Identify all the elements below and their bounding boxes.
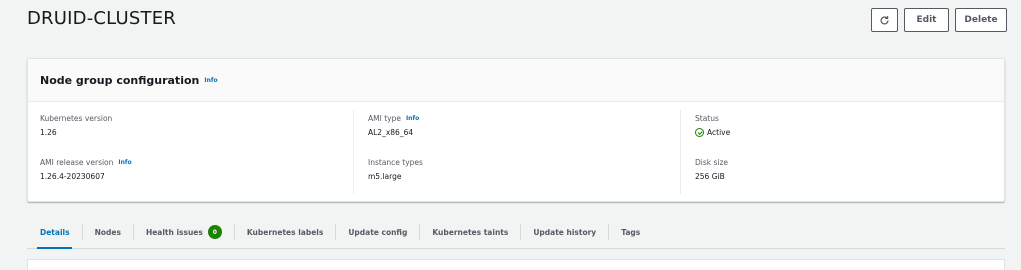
ami-release-version-field: AMI release version Info 1.26.4-20230607 [40, 158, 132, 181]
ami-type-label-text: AMI type [368, 114, 401, 123]
page-title: DRUID-CLUSTER [27, 8, 176, 29]
config-column-1: Kubernetes version 1.26 AMI release vers… [40, 102, 350, 202]
header-actions: Edit Delete [871, 8, 1007, 32]
refresh-icon [880, 15, 889, 25]
ami-release-version-label-text: AMI release version [40, 158, 114, 167]
ami-release-info-link[interactable]: Info [118, 159, 131, 166]
config-column-3: Status Active Disk size 256 GiB [680, 110, 990, 194]
config-column-2: AMI type Info AL2_x86_64 Instance types … [353, 110, 663, 194]
disk-size-value: 256 GiB [695, 172, 725, 181]
tab-tags[interactable]: Tags [608, 224, 652, 240]
node-group-configuration-card: Node group configuration Info Kubernetes… [27, 58, 1005, 202]
tab-update-config[interactable]: Update config [335, 224, 419, 240]
tab-content-panel [27, 259, 1005, 270]
ami-type-label: AMI type Info [368, 114, 419, 123]
delete-button[interactable]: Delete [955, 8, 1007, 32]
disk-size-label: Disk size [695, 158, 729, 167]
status-value: Active [695, 128, 730, 137]
refresh-button[interactable] [871, 8, 898, 32]
instance-types-value: m5.large [368, 172, 402, 181]
health-issues-count-badge: 0 [207, 225, 222, 239]
tab-update-history[interactable]: Update history [520, 224, 608, 240]
ami-type-field: AMI type Info AL2_x86_64 [368, 114, 419, 137]
ami-type-value: AL2_x86_64 [368, 128, 414, 137]
instance-types-field: Instance types m5.large [368, 158, 423, 181]
tab-details[interactable]: Details [27, 224, 82, 249]
tab-kubernetes-labels[interactable]: Kubernetes labels [233, 224, 335, 240]
card-info-link[interactable]: Info [204, 77, 217, 84]
ami-release-version-value: 1.26.4-20230607 [40, 172, 105, 181]
edit-button[interactable]: Edit [904, 8, 949, 32]
status-field: Status Active [695, 114, 730, 137]
tab-health-issues-label: Health issues [145, 227, 203, 237]
tab-health-issues[interactable]: Health issues 0 [132, 224, 234, 240]
card-title: Node group configuration [40, 73, 200, 87]
card-header: Node group configuration Info [28, 59, 1004, 102]
kubernetes-version-label: Kubernetes version [40, 114, 113, 123]
ami-type-info-link[interactable]: Info [406, 115, 419, 122]
tab-nodes[interactable]: Nodes [81, 224, 133, 240]
status-active-icon [695, 128, 704, 137]
kubernetes-version-value: 1.26 [40, 128, 57, 137]
status-value-text: Active [707, 128, 731, 137]
status-label: Status [695, 114, 719, 123]
tab-bar: Details Nodes Health issues 0 Kubernetes… [27, 216, 1005, 249]
ami-release-version-label: AMI release version Info [40, 158, 132, 167]
disk-size-field: Disk size 256 GiB [695, 158, 728, 181]
kubernetes-version-field: Kubernetes version 1.26 [40, 114, 112, 137]
tab-kubernetes-taints[interactable]: Kubernetes taints [419, 224, 520, 240]
instance-types-label: Instance types [368, 158, 423, 167]
